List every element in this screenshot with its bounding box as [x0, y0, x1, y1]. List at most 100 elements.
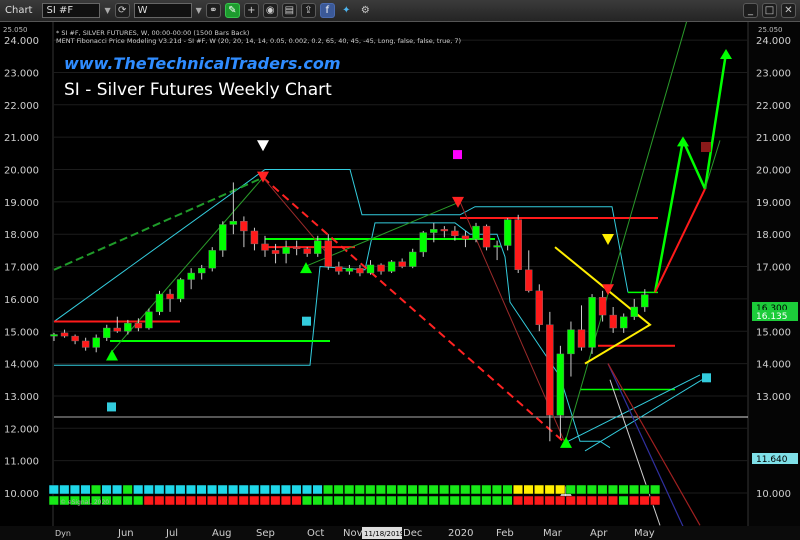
time-axis-label: Feb	[496, 528, 514, 539]
strip-cell-row1	[629, 484, 640, 495]
chevron-down-icon[interactable]: ▼	[196, 6, 202, 15]
link-icon[interactable]: ⚭	[205, 3, 221, 18]
strip-cell-row2	[439, 495, 450, 506]
left-tick-label: 12.000	[4, 424, 39, 435]
strip-cell-row2	[122, 495, 133, 506]
candle-body	[472, 225, 480, 240]
strip-cell-row1	[143, 484, 154, 495]
strip-cell-row2	[217, 495, 228, 506]
candle-body	[187, 272, 195, 280]
left-tick-label: 13.000	[4, 392, 39, 403]
candle-body	[208, 250, 216, 269]
strip-cell-row1	[270, 484, 281, 495]
chart-header-line-2: MENT Fibonacci Price Modeling V3.21d - S…	[56, 37, 461, 45]
strip-cell-row1	[439, 484, 450, 495]
strip-cell-row2	[259, 495, 270, 506]
plus-icon[interactable]: +	[243, 3, 259, 18]
strip-cell-row2	[344, 495, 355, 506]
strip-cell-row1	[164, 484, 175, 495]
strip-cell-row2	[280, 495, 291, 506]
candle-body	[60, 332, 69, 337]
candle-body	[493, 245, 501, 248]
refresh-icon[interactable]: ⟳	[114, 3, 130, 18]
candle-body	[514, 219, 522, 270]
price-chart[interactable]: 24.000 23.000 22.000 21.000 20.000 19.000 18.0…	[0, 22, 800, 540]
interval-input[interactable]	[133, 3, 192, 18]
time-axis-label: Dyn	[55, 529, 71, 538]
candle-body	[103, 327, 111, 338]
strip-cell-row2	[555, 495, 566, 506]
facebook-icon[interactable]: f	[319, 3, 335, 18]
svg-text:11.640: 11.640	[756, 455, 788, 465]
strip-cell-row2	[175, 495, 186, 506]
window-controls: _ □ ✕	[743, 3, 796, 18]
candle-body	[440, 229, 449, 232]
price-tag-11640: 11.640	[752, 453, 798, 465]
symbol-input[interactable]	[42, 3, 101, 18]
top-price-right: 25.050	[758, 26, 783, 34]
left-tick-label: 22.000	[4, 101, 39, 112]
strip-cell-row1	[122, 484, 133, 495]
twitter-icon[interactable]: ✦	[339, 3, 354, 18]
strip-cell-row1	[112, 484, 123, 495]
chart-title: SI - Silver Futures Weekly Chart	[64, 80, 332, 100]
strip-cell-row2	[386, 495, 397, 506]
strip-cell-row2	[460, 495, 471, 506]
close-icon[interactable]: ✕	[781, 3, 796, 18]
strip-cell-row1	[69, 484, 80, 495]
strip-cell-row1	[396, 484, 407, 495]
strip-cell-row1	[491, 484, 502, 495]
pencil-icon[interactable]: ✎	[224, 3, 240, 18]
strip-cell-row1	[449, 484, 460, 495]
strip-cell-row1	[618, 484, 629, 495]
strip-cell-row2	[164, 495, 175, 506]
candle-body	[176, 279, 185, 300]
printer-icon[interactable]: ▤	[281, 3, 297, 18]
candle-body	[92, 337, 100, 348]
candle-body	[630, 306, 638, 317]
right-tick-label: 23.000	[756, 68, 791, 79]
strip-cell-row2	[291, 495, 302, 506]
strip-cell-row2	[607, 495, 619, 506]
left-tick-label: 23.000	[4, 68, 39, 79]
right-tick-label: 18.000	[756, 230, 791, 241]
minimize-icon[interactable]: _	[743, 3, 758, 18]
right-tick-label: 20.000	[756, 166, 791, 177]
right-tick-label: 19.000	[756, 198, 791, 209]
chart-toolbar: Chart ▼ ⟳ ▼ ⚭ ✎ + ◉ ▤ ⇪ f ✦ ⚙ _ □ ✕	[0, 0, 800, 22]
left-tick-label: 14.000	[4, 360, 39, 371]
strip-cell-row2	[534, 495, 545, 506]
time-axis-label: Aug	[212, 528, 232, 539]
candle-body	[398, 261, 406, 267]
candle-body	[620, 316, 628, 329]
camera-icon[interactable]: ◉	[262, 3, 278, 18]
right-tick-label: 21.000	[756, 133, 791, 144]
strip-cell-row1	[101, 484, 112, 495]
candle-body	[271, 250, 280, 254]
time-axis-label: Oct	[307, 528, 324, 539]
maximize-icon[interactable]: □	[762, 3, 777, 18]
time-axis-label: 2020	[448, 528, 473, 539]
strip-cell-row1	[407, 484, 418, 495]
strip-cell-row1	[460, 484, 471, 495]
strip-cell-row2	[491, 495, 502, 506]
strip-cell-row2	[154, 495, 165, 506]
strip-cell-row1	[375, 484, 386, 495]
strip-cell-row2	[133, 495, 144, 506]
chevron-down-icon[interactable]: ▼	[104, 6, 110, 15]
strip-cell-row2	[418, 495, 429, 506]
window-title: Chart	[5, 5, 33, 16]
strip-cell-row1	[607, 484, 619, 495]
svg-text:16.135: 16.135	[756, 312, 788, 322]
strip-cell-row2	[481, 495, 492, 506]
left-tick-label: 16.000	[4, 295, 39, 306]
crosshair-date-tag: 11/18/2019	[362, 527, 404, 539]
right-tick-label: 15.000	[756, 327, 791, 338]
strip-cell-row1	[59, 484, 70, 495]
right-tick-label: 13.000	[756, 392, 791, 403]
candle-body	[282, 246, 290, 254]
candle-body	[197, 267, 206, 274]
share-icon[interactable]: ⇪	[300, 3, 316, 18]
time-axis-label: Mar	[543, 528, 563, 539]
settings-icon[interactable]: ⚙	[358, 3, 373, 18]
